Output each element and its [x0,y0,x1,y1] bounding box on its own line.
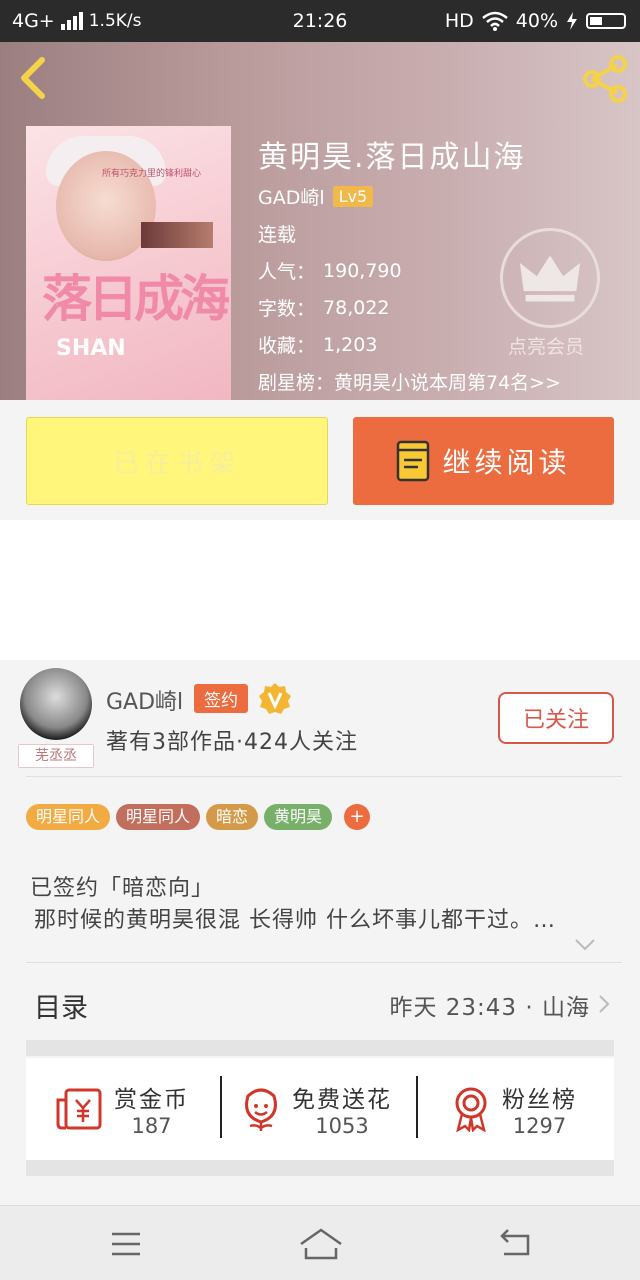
divider [26,776,622,777]
share-icon[interactable] [580,54,630,104]
toc-label: 目录 [34,993,88,1024]
back-arrow-icon[interactable] [14,54,54,102]
tag-chip[interactable]: 明星同人 [26,804,111,830]
words-label: 字数： [258,298,316,320]
table-of-contents-row[interactable]: 目录 昨天 23:43 · 山海 [0,964,640,1042]
favorites-value: 1,203 [323,333,378,356]
popularity-value: 190,790 [323,259,402,282]
home-icon[interactable] [298,1224,344,1264]
reward-coin-icon [56,1088,102,1130]
continue-reading-button[interactable]: 继续阅读 [353,417,614,505]
divider [416,1076,418,1138]
cover-subtitle: SHAN [56,336,126,361]
verified-badge-icon [259,683,291,714]
level-badge: Lv5 [332,186,374,207]
favorites-label: 收藏： [258,335,316,357]
stat-value: 1297 [512,1114,567,1138]
words-value: 78,022 [323,296,390,319]
section-separator [26,1040,614,1056]
author-description: 著有3部作品·424人关注 [106,730,358,755]
book-title: 黄明昊.落日成山海 [258,140,526,175]
action-area: 已在书架 继续阅读 [0,400,640,520]
back-icon[interactable] [496,1224,536,1264]
synopsis-line-2: 那时候的黄明昊很混 长得帅 什么坏事儿都干过。… [34,908,556,933]
cover-tagline: 所有巧克力里的锋利甜心 [102,169,202,179]
author-name[interactable]: GAD崎l [106,684,183,716]
book-author[interactable]: GAD崎l [258,183,325,210]
chevron-down-icon[interactable] [574,938,596,952]
stat-label: 粉丝榜 [502,1087,577,1113]
flower-icon [245,1088,277,1131]
crown-icon[interactable] [500,228,600,328]
synopsis-line-1: 已签约「暗恋向」 [30,876,215,901]
system-nav-bar [0,1205,640,1280]
avatar[interactable] [20,668,92,740]
chevron-right-icon [599,995,610,1013]
blank-spacer [0,520,640,660]
popularity-label: 人气： [258,261,316,283]
menu-icon[interactable] [106,1224,146,1264]
wifi-icon [481,11,508,31]
toc-latest-chapter: 昨天 23:43 · 山海 [389,995,590,1021]
divider [26,962,622,963]
medal-icon [455,1087,487,1132]
book-header: 所有巧克力里的锋利甜心 落日成海 SHAN 黄明昊.落日成山海 GAD崎l Lv… [0,42,640,400]
free-flowers-stat[interactable]: 免费送花 1053 [240,1058,392,1160]
vip-label[interactable]: 点亮会员 [508,332,584,359]
hd-indicator: HD [444,10,474,32]
cover-title: 落日成海 [42,269,230,328]
add-tag-button[interactable]: + [344,804,371,830]
tag-chip[interactable]: 暗恋 [206,804,259,830]
reward-coins-stat[interactable]: 赏金币 187 [54,1058,189,1160]
in-shelf-button[interactable]: 已在书架 [26,417,328,505]
follow-button[interactable]: 已关注 [498,692,614,744]
author-section: 芜丞丞 GAD崎l 签约 著有3部作品·424人关注 已关注 明星同人 明星同人… [0,660,640,1205]
cover-inset-photo [141,222,213,248]
stats-panel: 赏金币 187 免费送花 1053 粉丝榜 1297 [26,1058,614,1160]
stat-value: 1053 [315,1114,369,1138]
rank-link[interactable]: 剧星榜：黄明昊小说本周第74名>> [258,363,561,400]
continue-reading-label: 继续阅读 [442,446,571,479]
divider [220,1076,222,1138]
avatar-tag: 芜丞丞 [18,744,94,768]
signed-badge: 签约 [194,684,248,713]
stat-label: 赏金币 [114,1087,189,1113]
book-cover[interactable]: 所有巧克力里的锋利甜心 落日成海 SHAN [26,126,231,400]
section-separator [26,1160,614,1176]
battery-percent: 40% [515,10,558,32]
stat-value: 187 [131,1114,172,1138]
status-bar: 4G+ 1.5K/s 21:26 HD 40% [0,0,640,42]
charging-icon [567,12,577,30]
stat-label: 免费送花 [292,1087,392,1113]
tag-chip[interactable]: 明星同人 [116,804,201,830]
battery-icon [586,13,626,29]
book-icon [397,440,430,482]
tag-list: 明星同人 明星同人 暗恋 黄明昊 + [26,804,371,830]
fan-rank-stat[interactable]: 粉丝榜 1297 [450,1058,577,1160]
tag-chip[interactable]: 黄明昊 [264,804,333,830]
